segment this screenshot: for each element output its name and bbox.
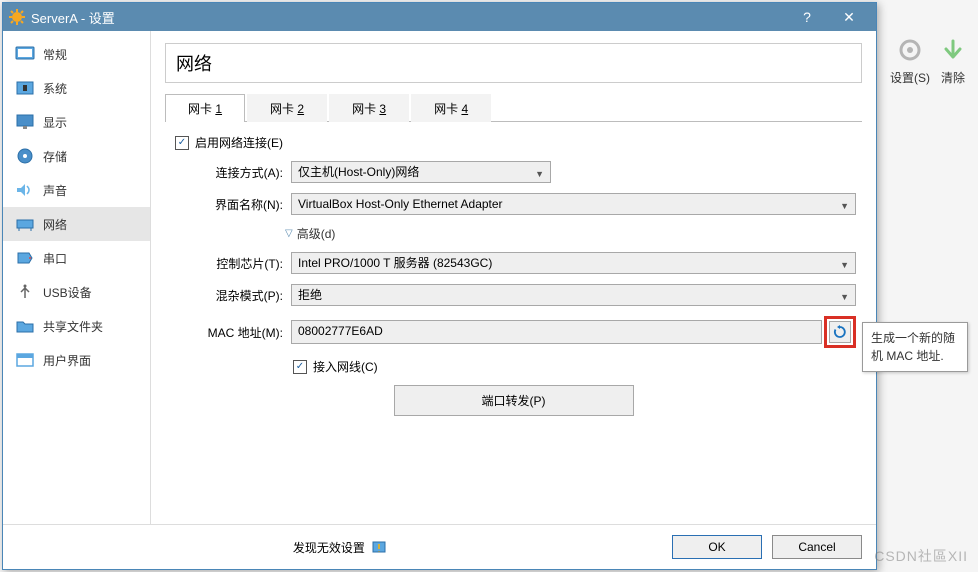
- sidebar-item-label: 显示: [43, 114, 67, 131]
- sidebar-item-label: 声音: [43, 182, 67, 199]
- refresh-icon: [833, 325, 847, 339]
- cancel-button[interactable]: Cancel: [772, 535, 862, 559]
- sidebar-item-label: 系统: [43, 80, 67, 97]
- chevron-down-icon: ▽: [285, 228, 293, 239]
- enable-network-row: ✓ 启用网络连接(E): [175, 134, 856, 151]
- background-toolbar: 设置(S) 清除: [880, 25, 978, 96]
- sidebar-item-label: 网络: [43, 216, 67, 233]
- mac-refresh-highlight: [824, 316, 856, 348]
- sidebar-item-network[interactable]: 网络: [3, 207, 150, 241]
- sidebar-item-storage[interactable]: 存储: [3, 139, 150, 173]
- promisc-row: 混杂模式(P): 拒绝: [193, 284, 856, 306]
- sidebar-item-display[interactable]: 显示: [3, 105, 150, 139]
- sidebar-item-audio[interactable]: 声音: [3, 173, 150, 207]
- adapter-type-select[interactable]: Intel PRO/1000 T 服务器 (82543GC): [291, 252, 856, 274]
- serial-icon: [15, 249, 35, 267]
- footer-warning: 发现无效设置: [17, 539, 662, 556]
- dialog-footer: 发现无效设置 OK Cancel: [3, 524, 876, 569]
- warning-text: 发现无效设置: [293, 541, 365, 555]
- watermark: CSDN社區XII: [874, 546, 968, 566]
- system-icon: [15, 79, 35, 97]
- sidebar-item-label: 用户界面: [43, 352, 91, 369]
- name-select[interactable]: VirtualBox Host-Only Ethernet Adapter: [291, 193, 856, 215]
- cable-row: ✓ 接入网线(C): [293, 358, 856, 375]
- sidebar-item-system[interactable]: 系统: [3, 71, 150, 105]
- bg-clear-label: 清除: [941, 69, 965, 86]
- ok-button[interactable]: OK: [672, 535, 762, 559]
- sidebar-item-label: 存储: [43, 148, 67, 165]
- tab-adapter-3[interactable]: 网卡 3: [329, 94, 409, 122]
- network-icon: [15, 215, 35, 233]
- window-title: ServerA - 设置: [31, 8, 786, 27]
- attach-label: 连接方式(A):: [193, 164, 283, 181]
- mac-row: MAC 地址(M): 08002777E6AD: [193, 316, 856, 348]
- name-row: 界面名称(N): VirtualBox Host-Only Ethernet A…: [193, 193, 856, 215]
- gear-icon: [895, 35, 925, 65]
- titlebar: ServerA - 设置 ? ✕: [3, 3, 876, 31]
- portfwd-wrap: 端口转发(P): [394, 385, 634, 416]
- sidebar-item-general[interactable]: 常规: [3, 37, 150, 71]
- sidebar-item-label: 常规: [43, 46, 67, 63]
- bg-settings-button[interactable]: 设置(S): [890, 35, 930, 86]
- display-icon: [15, 113, 35, 131]
- mac-refresh-button[interactable]: [829, 321, 851, 343]
- close-button[interactable]: ✕: [828, 3, 870, 31]
- audio-icon: [15, 181, 35, 199]
- bg-clear-button[interactable]: 清除: [938, 35, 968, 86]
- cable-checkbox[interactable]: ✓: [293, 360, 307, 374]
- cable-label: 接入网线(C): [313, 358, 378, 375]
- name-label: 界面名称(N):: [193, 196, 283, 213]
- sidebar-item-usb[interactable]: USB设备: [3, 275, 150, 309]
- sidebar: 常规 系统 显示 存储 声音 网络 串口 USB设备 共享文件夹 用户界面: [3, 31, 151, 524]
- port-forward-button[interactable]: 端口转发(P): [394, 385, 634, 416]
- sidebar-item-shared-folders[interactable]: 共享文件夹: [3, 309, 150, 343]
- tooltip: 生成一个新的随机 MAC 地址.: [862, 322, 968, 372]
- advanced-label: 高级(d): [297, 225, 336, 242]
- mac-label: MAC 地址(M):: [193, 324, 283, 341]
- gear-icon: [9, 9, 25, 25]
- advanced-toggle[interactable]: ▽ 高级(d): [285, 225, 856, 242]
- page-title: 网络: [165, 43, 862, 83]
- bg-settings-label: 设置(S): [890, 69, 930, 86]
- promisc-label: 混杂模式(P):: [193, 287, 283, 304]
- adapter-type-row: 控制芯片(T): Intel PRO/1000 T 服务器 (82543GC): [193, 252, 856, 274]
- sidebar-item-ui[interactable]: 用户界面: [3, 343, 150, 377]
- sidebar-item-label: USB设备: [43, 284, 92, 301]
- help-button[interactable]: ?: [786, 3, 828, 31]
- adapter-type-label: 控制芯片(T):: [193, 255, 283, 272]
- ui-icon: [15, 351, 35, 369]
- mac-input[interactable]: 08002777E6AD: [291, 320, 822, 344]
- enable-network-checkbox[interactable]: ✓: [175, 136, 189, 150]
- enable-network-label: 启用网络连接(E): [195, 134, 283, 151]
- usb-icon: [15, 283, 35, 301]
- tab-adapter-4[interactable]: 网卡 4: [411, 94, 491, 122]
- form: ✓ 启用网络连接(E) 连接方式(A): 仅主机(Host-Only)网络 界面…: [165, 122, 862, 422]
- attach-select[interactable]: 仅主机(Host-Only)网络: [291, 161, 551, 183]
- tab-adapter-2[interactable]: 网卡 2: [247, 94, 327, 122]
- attach-row: 连接方式(A): 仅主机(Host-Only)网络: [193, 161, 856, 183]
- tabs: 网卡 1 网卡 2 网卡 3 网卡 4: [165, 93, 862, 122]
- folder-icon: [15, 317, 35, 335]
- main-panel: 网络 网卡 1 网卡 2 网卡 3 网卡 4 ✓ 启用网络连接(E) 连接方式(…: [151, 31, 876, 524]
- sidebar-item-label: 串口: [43, 250, 67, 267]
- warning-icon: [372, 541, 386, 555]
- general-icon: [15, 45, 35, 63]
- dialog-body: 常规 系统 显示 存储 声音 网络 串口 USB设备 共享文件夹 用户界面 网络…: [3, 31, 876, 524]
- promisc-select[interactable]: 拒绝: [291, 284, 856, 306]
- arrow-down-icon: [938, 35, 968, 65]
- tab-adapter-1[interactable]: 网卡 1: [165, 94, 245, 122]
- sidebar-item-label: 共享文件夹: [43, 318, 103, 335]
- storage-icon: [15, 147, 35, 165]
- sidebar-item-serial[interactable]: 串口: [3, 241, 150, 275]
- settings-dialog: ServerA - 设置 ? ✕ 常规 系统 显示 存储 声音 网络 串口 US…: [2, 2, 877, 570]
